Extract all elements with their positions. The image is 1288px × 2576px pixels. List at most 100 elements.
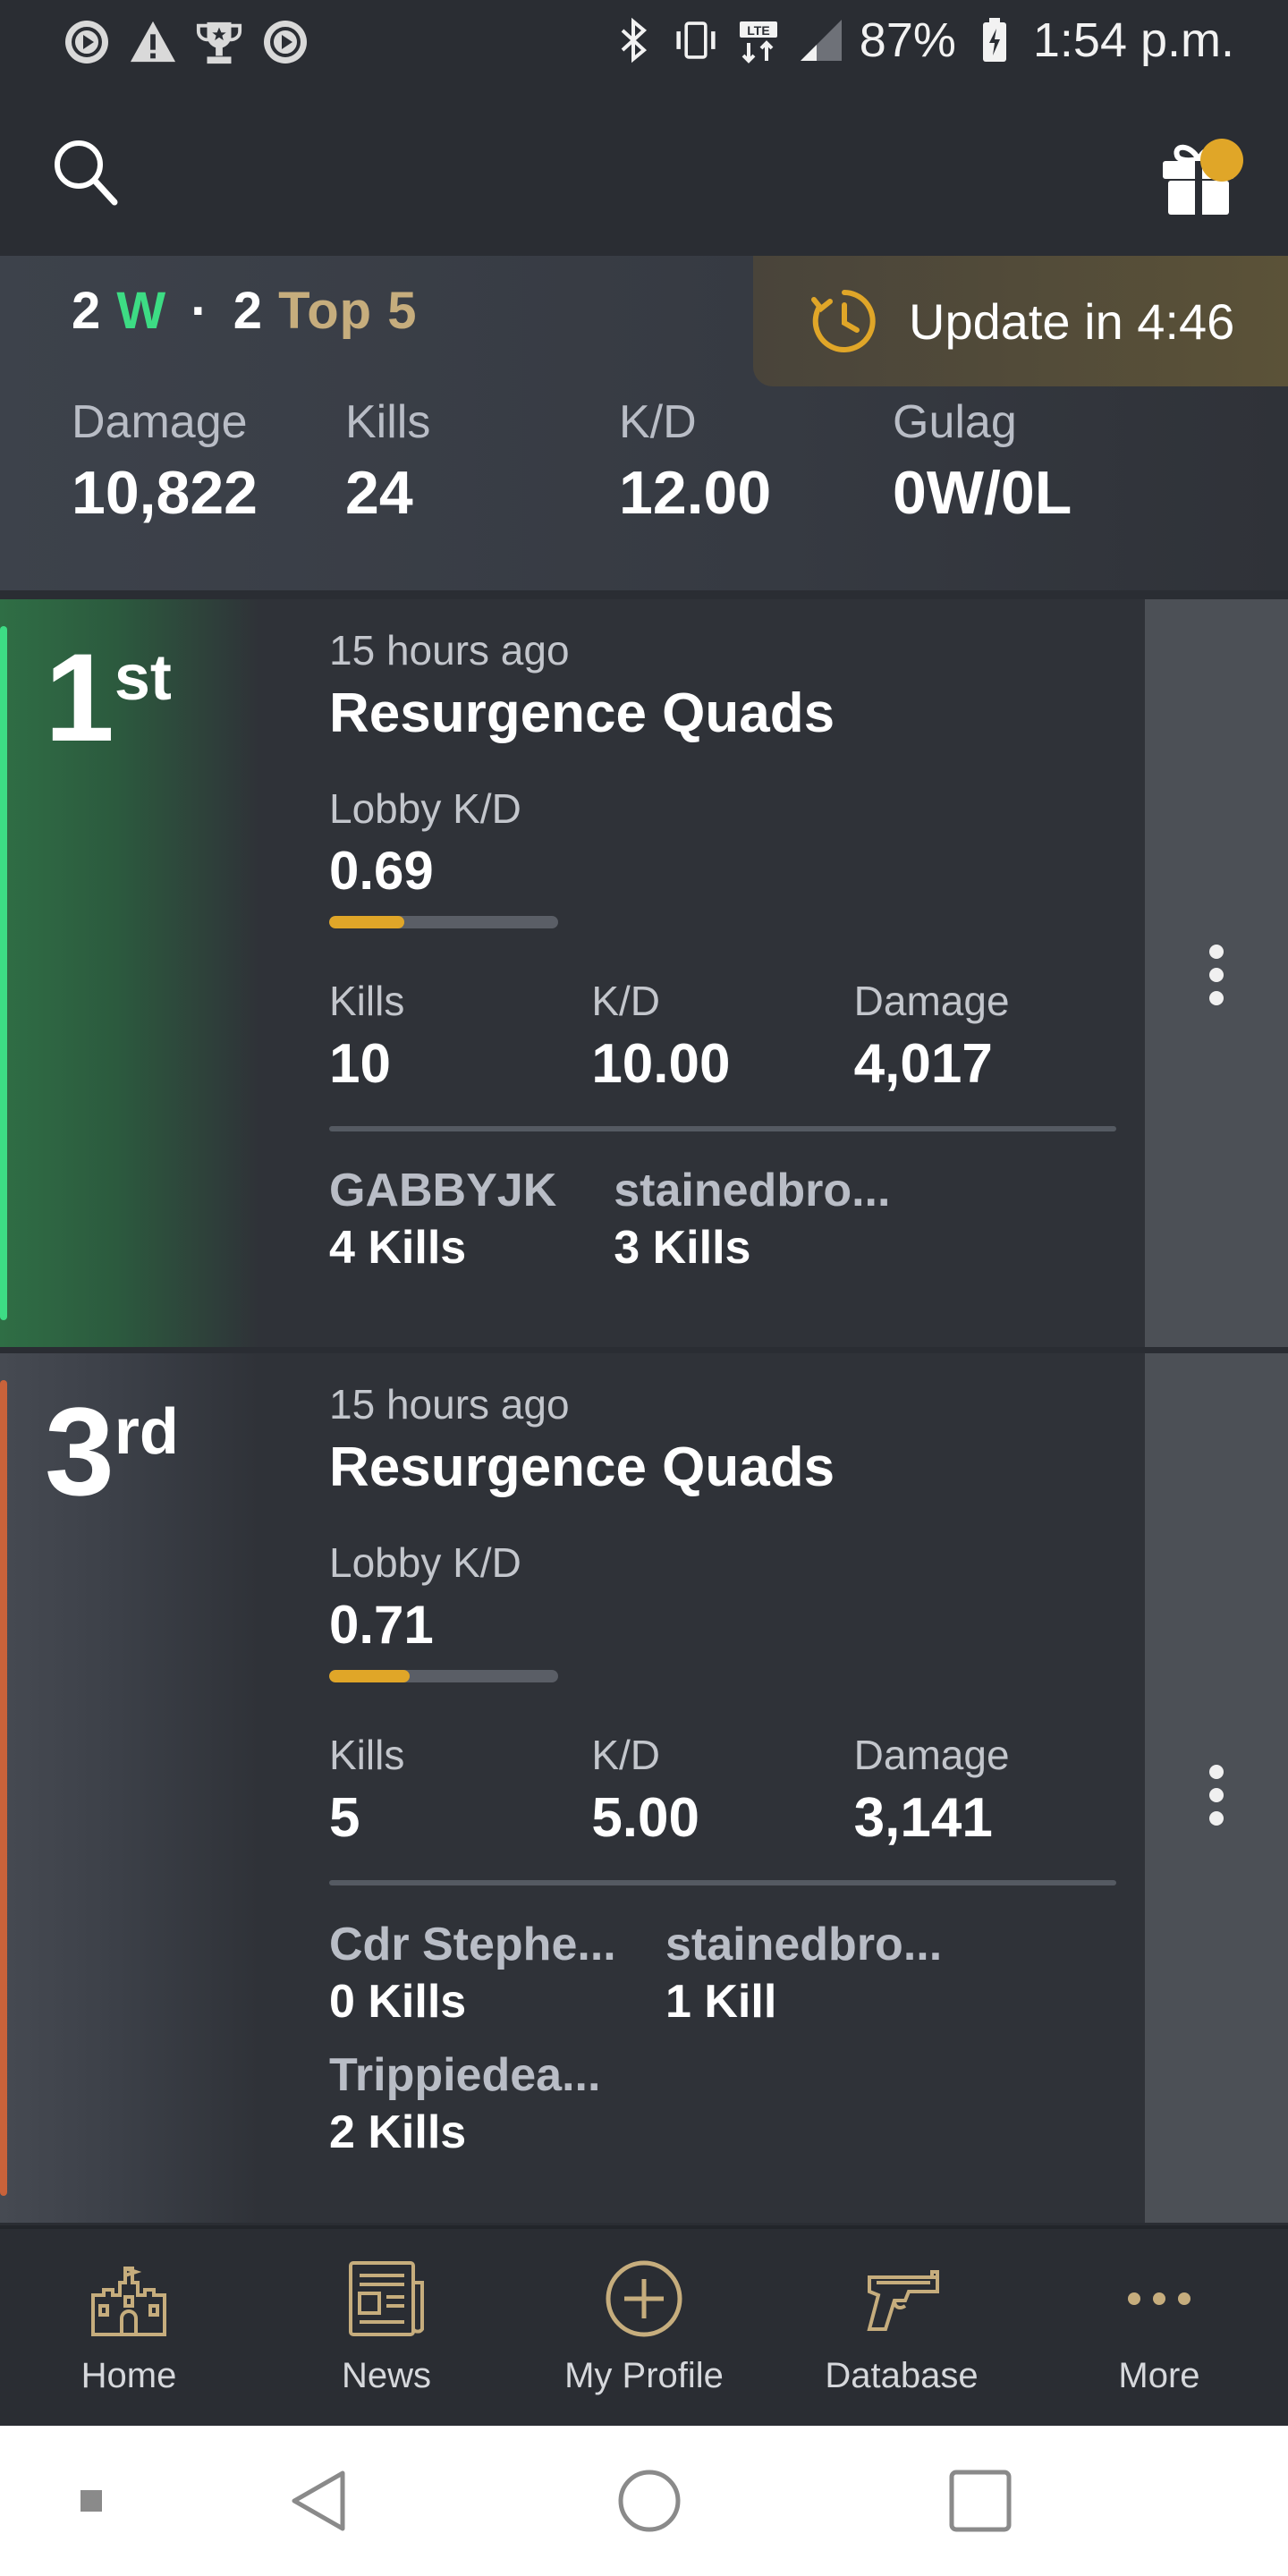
match-card[interactable]: 3rd 15 hours ago Resurgence Quads Lobby … <box>0 1353 1288 2223</box>
teammate-kills: 3 Kills <box>614 1222 751 1274</box>
nav-home[interactable]: Home <box>0 2229 258 2426</box>
nav-label: News <box>341 2356 432 2395</box>
search-button[interactable] <box>47 132 127 213</box>
stat-value: 10.00 <box>591 1033 731 1095</box>
match-time: 15 hours ago <box>329 1381 570 1428</box>
match-stats: Kills 5 K/D 5.00 Damage 3,141 <box>329 1731 1116 1850</box>
lobby-kd-value: 0.69 <box>329 841 434 901</box>
system-navigation-bar <box>0 2426 1288 2576</box>
nav-label: More <box>1118 2356 1200 2395</box>
trophy-icon <box>195 18 243 66</box>
match-mode: Resurgence Quads <box>329 1436 835 1498</box>
summary-panel: 2 W · 2 Top 5 Update in 4:46 Damage 10,8… <box>0 256 1288 590</box>
placement-rank: 1st <box>45 635 172 760</box>
teammate[interactable]: GABBYJK 4 Kills <box>329 1164 556 1275</box>
teammate-name: Trippiedea... <box>329 2049 601 2101</box>
nav-label: My Profile <box>564 2356 724 2395</box>
rank-stripe <box>0 1380 7 2196</box>
match-mode: Resurgence Quads <box>329 682 835 744</box>
gun-icon <box>857 2254 946 2343</box>
rank-number: 3 <box>45 1381 114 1521</box>
overview-square-icon[interactable] <box>945 2465 1016 2537</box>
teammates: Cdr Stephe... 0 Kills stainedbro... 1 Ki… <box>329 1918 1116 2179</box>
stat-kills: Kills 24 <box>345 395 619 528</box>
teammate-kills: 1 Kill <box>665 1976 777 2028</box>
stat-value: 3,141 <box>853 1787 993 1849</box>
stat-value: 10 <box>329 1033 391 1095</box>
lobby-kd-bar-fill <box>329 1670 410 1682</box>
castle-icon <box>84 2254 174 2343</box>
lobby-kd-label: Lobby K/D <box>329 1539 521 1586</box>
teammate[interactable]: Trippiedea... 2 Kills <box>329 2048 665 2159</box>
back-icon[interactable] <box>283 2465 354 2537</box>
stat-label: Damage <box>853 978 1010 1024</box>
gift-button[interactable] <box>1154 131 1243 220</box>
teammate-kills: 2 Kills <box>329 2106 467 2158</box>
more-options-icon[interactable] <box>1204 945 1229 1005</box>
stat-label: K/D <box>619 396 697 448</box>
teammate-kills: 4 Kills <box>329 1222 467 1274</box>
nav-database[interactable]: Database <box>773 2229 1030 2426</box>
summary-separator: · <box>191 282 209 340</box>
stat-label: Kills <box>345 396 431 448</box>
app-bar <box>0 86 1288 256</box>
rank-suffix: rd <box>114 1396 179 1468</box>
lobby-kd-value: 0.71 <box>329 1595 434 1655</box>
teammate[interactable]: stainedbro... 3 Kills <box>614 1164 890 1275</box>
svg-text:LTE: LTE <box>747 23 769 38</box>
bottom-navigation: Home News My Profile Database More <box>0 2225 1288 2426</box>
top5-count: 2 <box>233 282 263 340</box>
stat-label: K/D <box>591 1732 661 1778</box>
update-timer[interactable]: Update in 4:46 <box>753 256 1288 386</box>
stat-value: 4,017 <box>853 1033 993 1095</box>
stat-label: Gulag <box>893 396 1017 448</box>
more-options-icon[interactable] <box>1204 1765 1229 1826</box>
nav-my-profile[interactable]: My Profile <box>515 2229 773 2426</box>
signal-icon <box>797 16 845 64</box>
notification-dot <box>1200 139 1243 182</box>
teammate[interactable]: stainedbro... 1 Kill <box>665 1918 1041 2029</box>
match-details: 15 hours ago Resurgence Quads Lobby K/D … <box>329 626 1116 1294</box>
teammate-kills: 0 Kills <box>329 1976 467 2028</box>
plus-circle-icon <box>599 2254 689 2343</box>
wins-label: W <box>116 282 167 340</box>
nav-news[interactable]: News <box>258 2229 515 2426</box>
wins-count: 2 <box>72 282 102 340</box>
match-menu-column <box>1145 1353 1288 2223</box>
divider <box>329 1126 1116 1131</box>
clock: 1:54 p.m. <box>1032 13 1234 67</box>
match-time: 15 hours ago <box>329 627 570 674</box>
home-circle-icon[interactable] <box>614 2465 685 2537</box>
stat-label: Damage <box>72 396 248 448</box>
placements-summary: 2 W · 2 Top 5 <box>72 281 417 341</box>
nav-label: Home <box>80 2356 177 2395</box>
match-card[interactable]: 1st 15 hours ago Resurgence Quads Lobby … <box>0 599 1288 1347</box>
rank-stripe <box>0 626 7 1320</box>
match-stat-damage: Damage 4,017 <box>854 977 1116 1096</box>
lobby-kd-bar <box>329 1670 558 1682</box>
lte-icon: LTE <box>734 16 783 64</box>
recents-dot-icon[interactable] <box>73 2465 109 2537</box>
match-menu-column <box>1145 599 1288 1347</box>
stat-gulag: Gulag 0W/0L <box>893 395 1166 528</box>
summary-stats: Damage 10,822 Kills 24 K/D 12.00 Gulag 0… <box>72 395 1166 528</box>
stat-value: 5.00 <box>591 1787 699 1849</box>
match-stat-kills: Kills 5 <box>329 1731 591 1850</box>
lobby-kd-label: Lobby K/D <box>329 785 521 832</box>
refresh-timer-icon <box>811 290 876 352</box>
status-bar: LTE 87% 1:54 p.m. <box>0 0 1288 86</box>
stat-value: 12.00 <box>619 459 772 527</box>
stat-label: Kills <box>329 978 405 1024</box>
search-icon <box>55 140 118 206</box>
nav-label: Database <box>825 2356 979 2395</box>
update-text: Update in 4:46 <box>909 292 1235 350</box>
warning-icon <box>129 18 177 66</box>
match-stat-damage: Damage 3,141 <box>854 1731 1116 1850</box>
rank-number: 1 <box>45 627 114 767</box>
teammate-name: Cdr Stephe... <box>329 1919 616 1970</box>
notification-icons <box>63 18 309 66</box>
teammate[interactable]: Cdr Stephe... 0 Kills <box>329 1918 665 2029</box>
match-stat-kd: K/D 5.00 <box>591 1731 853 1850</box>
lobby-kd-bar <box>329 916 558 928</box>
nav-more[interactable]: More <box>1030 2229 1288 2426</box>
